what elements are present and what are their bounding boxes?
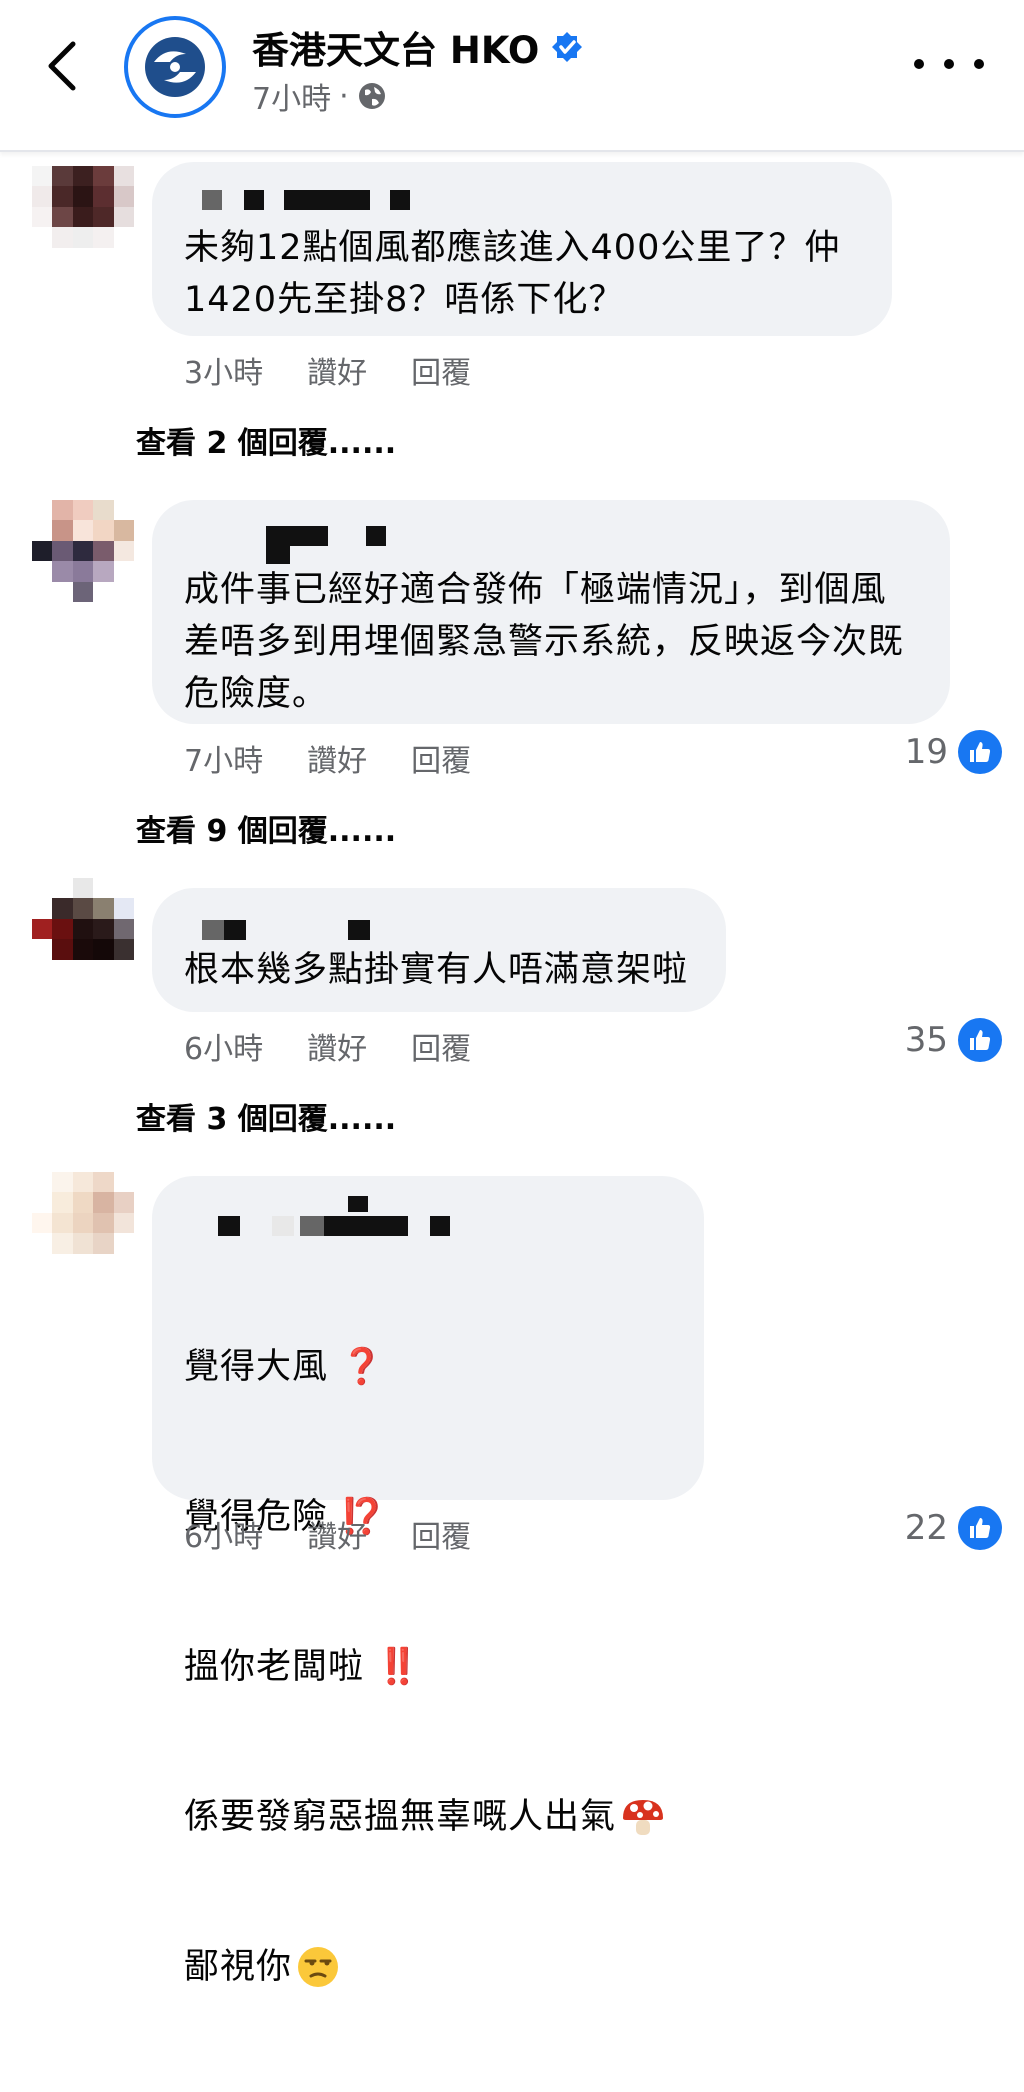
- redacted-name: [184, 518, 918, 564]
- comment-line: 鄙視你: [184, 1942, 672, 1992]
- chevron-left-icon: [48, 41, 76, 91]
- view-replies-link[interactable]: 查看 9 個回覆......: [136, 806, 396, 850]
- hko-logo-icon: [145, 37, 205, 97]
- back-button[interactable]: [40, 38, 84, 94]
- dot-icon: [974, 59, 984, 69]
- dot-icon: [914, 59, 924, 69]
- post-meta: 7小時 ·: [252, 74, 387, 118]
- redacted-name: [184, 910, 694, 950]
- reaction-count: 35: [904, 1020, 948, 1060]
- post-header: 香港天文台 HKO 7小時 ·: [0, 0, 1024, 152]
- reaction-summary[interactable]: 35: [905, 1018, 1002, 1062]
- reply-button[interactable]: 回覆: [411, 736, 471, 780]
- more-options-button[interactable]: [914, 44, 984, 84]
- unamused-face-emoji-icon: [298, 1947, 339, 1987]
- comment-time: 7小時: [184, 744, 264, 779]
- reaction-summary[interactable]: 19: [905, 730, 1002, 774]
- like-button[interactable]: 讚好: [307, 736, 367, 780]
- globe-icon: [358, 83, 385, 109]
- page-name-text: 香港天文台 HKO: [252, 29, 540, 72]
- comment-actions: 7小時 讚好 回覆: [184, 736, 471, 780]
- like-button[interactable]: 讚好: [307, 1024, 367, 1068]
- view-replies-link[interactable]: 查看 3 個回覆......: [136, 1094, 396, 1138]
- like-button[interactable]: 讚好: [307, 348, 367, 392]
- comment-text: 成件事已經好適合發佈「極端情況」，到個風 差唔多到用埋個緊急警示系統，反映返今次…: [184, 570, 905, 714]
- page-avatar[interactable]: [124, 16, 226, 118]
- commenter-avatar[interactable]: [32, 1172, 134, 1274]
- comment-time: 3小時: [184, 356, 264, 391]
- double-exclamation-emoji-icon: ‼️: [376, 1647, 421, 1687]
- commenter-avatar[interactable]: [32, 166, 134, 268]
- reaction-summary[interactable]: 22: [905, 1506, 1002, 1550]
- dot-icon: [944, 59, 954, 69]
- commenter-avatar[interactable]: [32, 878, 134, 980]
- comment-bubble[interactable]: 未夠12點個風都應該進入400公里了？仲 1420先至掛8？唔係下化？: [152, 162, 892, 336]
- reaction-count: 19: [904, 732, 948, 772]
- redacted-name: [184, 182, 860, 222]
- thumbs-up-icon: [958, 1018, 1002, 1062]
- thumbs-up-icon: [958, 730, 1002, 774]
- reaction-count: 22: [904, 1508, 948, 1548]
- view-replies-link[interactable]: 查看 2 個回覆......: [136, 418, 396, 462]
- mushroom-emoji-icon: [623, 1800, 664, 1835]
- comment-time: 6小時: [184, 1032, 264, 1067]
- comment-bubble[interactable]: 根本幾多點掛實有人唔滿意架啦: [152, 888, 726, 1012]
- comment-text: 未夠12點個風都應該進入400公里了？仲 1420先至掛8？唔係下化？: [184, 228, 841, 320]
- reply-button[interactable]: 回覆: [411, 1024, 471, 1068]
- comment-time: 6小時: [184, 1520, 264, 1555]
- comment-line: 係要發窮惡搵無辜嘅人出氣: [184, 1792, 672, 1842]
- thumbs-up-icon: [958, 1506, 1002, 1550]
- page-name[interactable]: 香港天文台 HKO: [252, 20, 583, 74]
- meta-separator: ·: [339, 78, 349, 114]
- comment-line: 搵你老闆啦 ‼️: [184, 1647, 421, 1687]
- comment-text: 覺得大風 ❓ 覺得危險 ⁉️ 搵你老闆啦 ‼️ 係要發窮惡搵無辜嘅人出氣 鄙視你: [184, 1242, 672, 2092]
- comment-actions: 6小時 讚好 回覆: [184, 1512, 471, 1556]
- comment-text: 根本幾多點掛實有人唔滿意架啦: [184, 950, 689, 990]
- reply-button[interactable]: 回覆: [411, 1512, 471, 1556]
- redacted-name: [184, 1196, 672, 1242]
- reply-button[interactable]: 回覆: [411, 348, 471, 392]
- comment-actions: 6小時 讚好 回覆: [184, 1024, 471, 1068]
- like-button[interactable]: 讚好: [307, 1512, 367, 1556]
- comment-bubble[interactable]: 覺得大風 ❓ 覺得危險 ⁉️ 搵你老闆啦 ‼️ 係要發窮惡搵無辜嘅人出氣 鄙視你: [152, 1176, 704, 1987]
- commenter-avatar[interactable]: [32, 500, 134, 602]
- comment-actions: 3小時 讚好 回覆: [184, 348, 471, 392]
- question-mark-emoji-icon: ❓: [340, 1347, 385, 1387]
- comment-bubble[interactable]: 成件事已經好適合發佈「極端情況」，到個風 差唔多到用埋個緊急警示系統，反映返今次…: [152, 500, 950, 724]
- post-time: 7小時: [252, 82, 332, 117]
- verified-badge-icon: [552, 32, 583, 62]
- comment-line: 覺得大風 ❓: [184, 1347, 385, 1387]
